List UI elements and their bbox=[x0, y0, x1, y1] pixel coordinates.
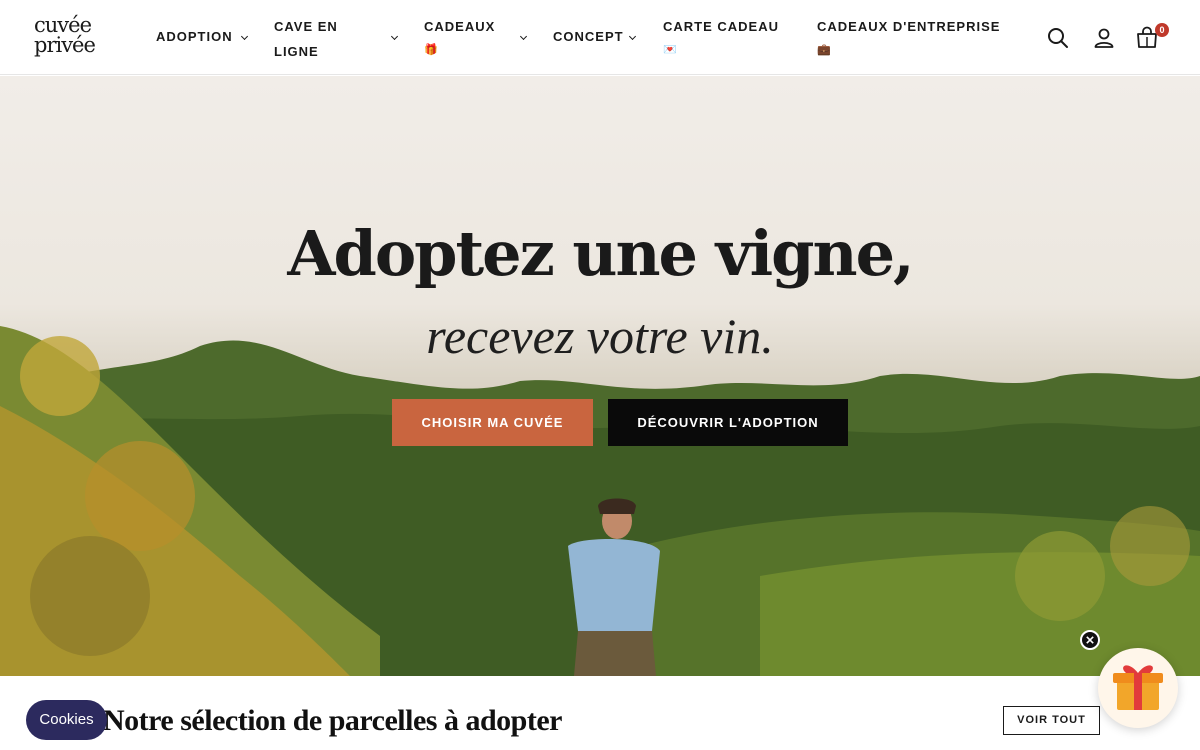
search-icon[interactable] bbox=[1046, 26, 1070, 50]
choose-cuvee-button[interactable]: CHOISIR MA CUVÉE bbox=[392, 399, 593, 446]
chevron-down-icon bbox=[240, 32, 249, 41]
gift-icon: 🎁 bbox=[424, 44, 438, 56]
chevron-down-icon bbox=[628, 32, 637, 41]
gift-widget[interactable] bbox=[1098, 648, 1178, 728]
nav-entreprise-label: CADEAUX D'ENTREPRISE bbox=[817, 19, 1001, 34]
voir-tout-button[interactable]: VOIR TOUT bbox=[1003, 706, 1100, 735]
site-header: cuvée privée ADOPTION CAVE EN LIGNE CADE… bbox=[0, 0, 1200, 75]
nav-cadeaux-entreprise[interactable]: CADEAUX D'ENTREPRISE 💼 bbox=[817, 14, 1000, 61]
chevron-down-icon bbox=[390, 32, 399, 41]
hero-title: Adoptez une vigne, bbox=[287, 217, 914, 290]
cookies-button[interactable]: Cookies bbox=[26, 700, 107, 740]
briefcase-icon: 💼 bbox=[817, 44, 831, 56]
nav-concept[interactable]: CONCEPT bbox=[553, 24, 624, 49]
cart-count-badge: 0 bbox=[1155, 23, 1169, 37]
nav-carte-cadeau-label: CARTE CADEAU bbox=[663, 19, 779, 34]
nav-adoption-label: ADOPTION bbox=[156, 29, 233, 44]
nav-cave-en-ligne[interactable]: CAVE EN LIGNE bbox=[274, 14, 369, 64]
love-letter-icon: 💌 bbox=[663, 44, 677, 56]
vineyard-hero-image bbox=[0, 326, 1200, 676]
chevron-down-icon bbox=[519, 32, 528, 41]
account-icon[interactable] bbox=[1092, 26, 1116, 50]
brand-logo[interactable]: cuvée privée bbox=[34, 13, 104, 57]
nav-cadeaux-label: CADEAUX bbox=[424, 19, 496, 34]
gift-box-icon bbox=[1113, 665, 1163, 710]
nav-carte-cadeau[interactable]: CARTE CADEAU 💌 bbox=[663, 14, 779, 61]
hero-subtitle: recevez votre vin. bbox=[426, 308, 774, 364]
nav-cadeaux[interactable]: CADEAUX 🎁 bbox=[424, 14, 495, 61]
nav-adoption[interactable]: ADOPTION bbox=[156, 24, 233, 49]
logo-line-1: cuvée bbox=[34, 13, 92, 37]
nav-cave-label: CAVE EN LIGNE bbox=[274, 19, 338, 59]
hero-banner: Adoptez une vigne, recevez votre vin. CH… bbox=[0, 76, 1200, 676]
close-icon[interactable] bbox=[1080, 630, 1100, 650]
logo-line-2: privée bbox=[34, 33, 96, 57]
discover-adoption-button[interactable]: DÉCOUVRIR L'ADOPTION bbox=[608, 399, 848, 446]
nav-concept-label: CONCEPT bbox=[553, 29, 624, 44]
section-title: Notre sélection de parcelles à adopter bbox=[103, 704, 562, 737]
